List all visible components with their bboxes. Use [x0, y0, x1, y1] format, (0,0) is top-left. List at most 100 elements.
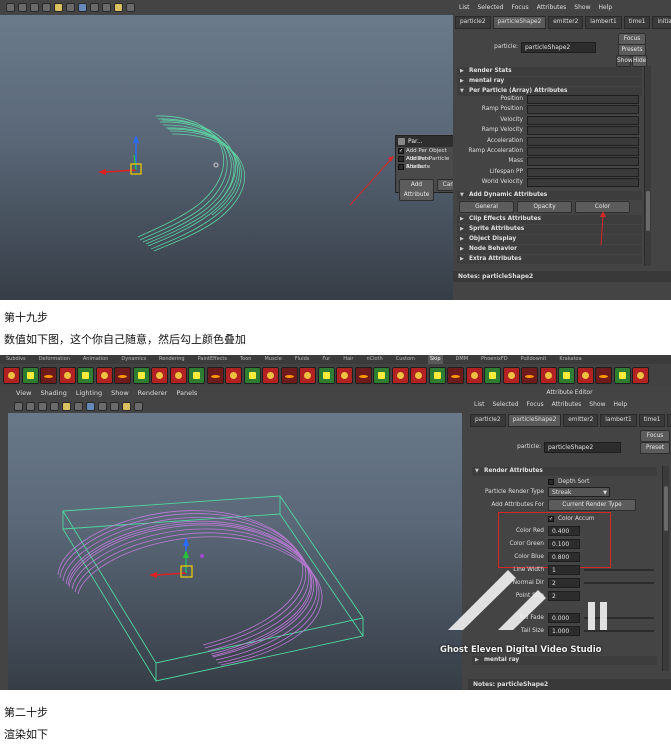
- tab-time1[interactable]: time1: [623, 16, 651, 29]
- ae-menu-item[interactable]: Help: [613, 401, 627, 408]
- option-per-object[interactable]: ✓ Add Per Object Attribute: [396, 147, 453, 162]
- shelf-tool-icon[interactable]: [95, 366, 113, 384]
- shelf-tool-icon[interactable]: [373, 366, 390, 384]
- menu-list[interactable]: List: [459, 4, 470, 11]
- section-add-dynamic[interactable]: Add Dynamic Attributes: [457, 191, 642, 200]
- shelf-tool-icon[interactable]: [132, 366, 150, 384]
- tab-particle2[interactable]: particle2: [455, 16, 491, 29]
- shelf-tool-icon[interactable]: [576, 366, 594, 384]
- shelf-tool-icon[interactable]: [613, 366, 631, 384]
- shelf-tool-icon[interactable]: [40, 366, 57, 384]
- shelf-tool-icon[interactable]: [595, 366, 612, 384]
- shelf-tool-icon[interactable]: [502, 366, 520, 384]
- shelf-tool-icon[interactable]: [521, 366, 538, 384]
- node-tab[interactable]: emitter2: [563, 414, 599, 427]
- transform-manipulator[interactable]: [98, 135, 142, 175]
- section-mental-ray[interactable]: mental ray: [457, 77, 642, 86]
- section-node-behavior[interactable]: Node Behavior: [457, 245, 642, 254]
- shelf-tab[interactable]: Muscle: [264, 355, 281, 364]
- per-particle-attr-field[interactable]: [527, 95, 639, 104]
- shelf-tool-icon[interactable]: [262, 366, 279, 384]
- shelf-tab[interactable]: Custom: [396, 355, 415, 364]
- menu-attributes[interactable]: Attributes: [537, 4, 567, 11]
- shelf-tab[interactable]: Fluids: [295, 355, 310, 364]
- per-particle-attr-field[interactable]: [527, 147, 639, 156]
- per-particle-attr-field[interactable]: [527, 136, 639, 146]
- menu-help[interactable]: Help: [598, 4, 612, 11]
- shelf-tool-icon[interactable]: [410, 366, 427, 384]
- menu-focus[interactable]: Focus: [512, 4, 529, 11]
- shelf-tool-icon[interactable]: [3, 366, 20, 384]
- color-red-field[interactable]: 0.400: [548, 526, 580, 536]
- shelf-tool-icon[interactable]: [188, 366, 205, 384]
- cancel-button[interactable]: Cancel: [437, 179, 453, 191]
- shelf-tool-icon[interactable]: [169, 366, 187, 384]
- shelf-tool-icon[interactable]: [391, 366, 409, 384]
- shelf-tool-icon[interactable]: [317, 366, 335, 384]
- shelf-tab[interactable]: Animation: [83, 355, 109, 364]
- node-tab[interactable]: lambert1: [600, 414, 637, 427]
- ae-menu-item[interactable]: Selected: [493, 401, 519, 408]
- ae-menu-item[interactable]: Focus: [527, 401, 544, 408]
- shelf-tool-icon[interactable]: [539, 366, 557, 384]
- tab-emitter2[interactable]: emitter2: [548, 16, 584, 29]
- current-render-type-button[interactable]: Current Render Type: [548, 499, 636, 511]
- depth-sort-checkbox[interactable]: [548, 479, 554, 485]
- section-render-attributes[interactable]: Render Attributes: [472, 467, 657, 476]
- viewport-3d-2[interactable]: View Shading Lighting Show Renderer Panels: [8, 386, 462, 690]
- menu-selected[interactable]: Selected: [478, 4, 504, 11]
- shelf-tab[interactable]: Skip: [427, 355, 443, 364]
- per-particle-attr-field[interactable]: [527, 178, 639, 188]
- shelf-tool-icon[interactable]: [243, 366, 261, 384]
- focus-button-2[interactable]: Focus: [640, 430, 670, 442]
- shelf-tool-icon[interactable]: [447, 366, 464, 384]
- shelf-tool-icon[interactable]: [632, 366, 649, 384]
- shelf-tool-icon[interactable]: [151, 366, 168, 384]
- shelf-tool-icon[interactable]: [280, 366, 298, 384]
- shelf-tab[interactable]: PaintEffects: [198, 355, 227, 364]
- shelf-tool-icon[interactable]: [58, 366, 76, 384]
- checkbox-per-particle[interactable]: [398, 156, 404, 162]
- shelf-tool-icon[interactable]: [484, 366, 501, 384]
- shelf-tool-icon[interactable]: [354, 366, 372, 384]
- shelf-tab[interactable]: PhoenixFD: [481, 355, 508, 364]
- particle-name-field[interactable]: particleShape2: [521, 42, 596, 53]
- per-particle-attr-field[interactable]: [527, 126, 639, 136]
- node-tab[interactable]: time1: [638, 414, 666, 427]
- viewport-3d[interactable]: Par... × ✓Add Per Object Attribute Add P…: [0, 0, 453, 300]
- shelf-tool-icon[interactable]: [428, 366, 446, 384]
- shelf-tab[interactable]: Subdivs: [6, 355, 26, 364]
- shelf-tab[interactable]: DMM: [456, 355, 468, 364]
- particle-name-field-2[interactable]: particleShape2: [544, 442, 621, 453]
- shelf-tab[interactable]: Toon: [240, 355, 252, 364]
- tab-initialpa[interactable]: initialPa: [652, 16, 671, 29]
- per-particle-attr-field[interactable]: [527, 157, 639, 167]
- scrollbar-thumb-2[interactable]: [664, 486, 668, 531]
- tab-particleshape2[interactable]: particleShape2: [492, 16, 547, 29]
- section-extra[interactable]: Extra Attributes: [457, 255, 642, 264]
- shelf-tool-icon[interactable]: [77, 366, 94, 384]
- shelf-tool-icon[interactable]: [206, 366, 224, 384]
- shelf-tab[interactable]: Hair: [343, 355, 353, 364]
- per-particle-attr-field[interactable]: [527, 105, 639, 115]
- shelf-tab[interactable]: nCloth: [367, 355, 383, 364]
- color-button[interactable]: Color: [575, 201, 630, 213]
- node-tab[interactable]: particle2: [470, 414, 506, 427]
- menu-show[interactable]: Show: [574, 4, 590, 11]
- shelf-tab[interactable]: Krakatoa: [559, 355, 581, 364]
- ae-menu-item[interactable]: Attributes: [552, 401, 582, 408]
- presets-button-2[interactable]: Preset: [640, 442, 670, 454]
- shelf-tab[interactable]: Deformation: [39, 355, 70, 364]
- option-shader[interactable]: Shader: [396, 163, 453, 171]
- section-object-display[interactable]: Object Display: [457, 235, 642, 244]
- shelf-tab[interactable]: Rendering: [159, 355, 185, 364]
- shelf-tool-icon[interactable]: [114, 366, 131, 384]
- shelf-tab[interactable]: Dynamics: [121, 355, 146, 364]
- color-green-field[interactable]: 0.100: [548, 539, 580, 549]
- tab-lambert1[interactable]: lambert1: [585, 16, 622, 29]
- shelf-tool-icon[interactable]: [336, 366, 353, 384]
- checkbox-per-object[interactable]: ✓: [398, 148, 404, 154]
- shelf-tab[interactable]: Pulldownit: [521, 355, 547, 364]
- section-clip-effects[interactable]: Clip Effects Attributes: [457, 215, 642, 224]
- color-accum-checkbox[interactable]: ✓: [548, 516, 554, 522]
